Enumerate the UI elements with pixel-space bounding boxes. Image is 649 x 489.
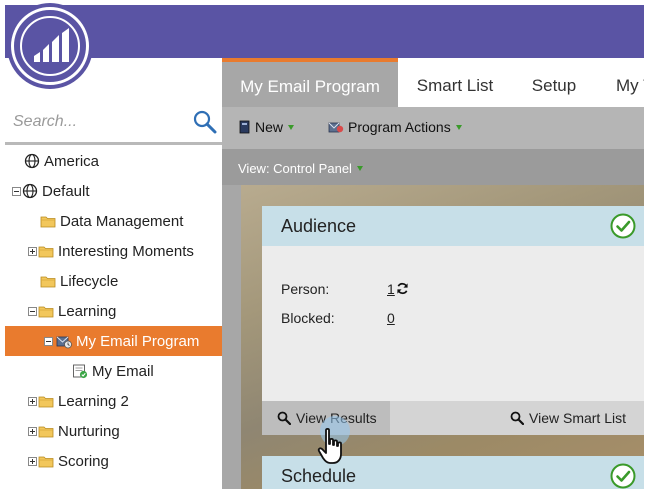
view-smart-list-button[interactable]: View Smart List (510, 401, 644, 435)
logo-bars-icon (34, 28, 69, 62)
tree-item-lifecycle[interactable]: Lifecycle (5, 266, 222, 296)
search-bar (5, 101, 222, 145)
tree-item-learning-2[interactable]: Learning 2 (5, 386, 222, 416)
tree-item-learning[interactable]: Learning (5, 296, 222, 326)
tree-item-label: Interesting Moments (58, 242, 194, 260)
dropdown-caret-icon (455, 124, 462, 130)
top-header-bar (5, 5, 644, 58)
blocked-label: Blocked: (281, 310, 335, 326)
folder-icon (38, 456, 54, 468)
tree-item-label: Scoring (58, 452, 109, 470)
tree-item-label: Lifecycle (60, 272, 119, 290)
magnifier-icon (510, 411, 524, 425)
person-count-link[interactable]: 1 (387, 281, 395, 297)
tree-item-label: Learning (58, 302, 117, 320)
tree-item-interesting-moments[interactable]: Interesting Moments (5, 236, 222, 266)
tree-item-label: Default (42, 182, 90, 200)
expand-icon[interactable] (28, 246, 37, 256)
dropdown-caret-icon (288, 124, 295, 130)
marketo-logo[interactable] (11, 7, 89, 85)
dropdown-caret-icon (356, 166, 363, 171)
tree-item-my-email[interactable]: My Email (5, 356, 222, 386)
tree-item-label: Data Management (60, 212, 184, 230)
collapse-icon[interactable] (44, 336, 53, 346)
tree-item-label: Nurturing (58, 422, 120, 440)
view-smart-list-label: View Smart List (529, 410, 626, 426)
tree-item-label: America (44, 152, 100, 170)
folder-icon (38, 426, 54, 438)
tab-my-email-program[interactable]: My Email Program (222, 58, 398, 107)
collapse-icon[interactable] (28, 306, 37, 316)
new-button[interactable]: New (239, 119, 295, 135)
control-panel-canvas: Audience Person: 1 Blocked: 0 View Resul… (241, 185, 644, 489)
tree-item-scoring[interactable]: Scoring (5, 446, 222, 476)
toolbar: New Program Actions (222, 107, 644, 149)
audience-card: Audience Person: 1 Blocked: 0 View Resul… (262, 206, 644, 435)
new-doc-icon (239, 120, 250, 134)
refresh-icon[interactable] (396, 282, 409, 295)
audience-card-header: Audience (262, 206, 644, 246)
program-tree: America Default Data Management Interest… (5, 146, 222, 476)
tree-item-default[interactable]: Default (5, 176, 222, 206)
program-actions-label: Program Actions (348, 119, 451, 135)
tab-setup[interactable]: Setup (512, 58, 596, 107)
folder-icon (40, 216, 56, 228)
folder-icon (40, 276, 56, 288)
schedule-title: Schedule (281, 466, 357, 486)
check-circle-icon (610, 213, 636, 239)
tree-item-label: My Email (92, 362, 154, 380)
tab-smart-list[interactable]: Smart List (398, 58, 512, 107)
hand-pointer-cursor-icon (317, 427, 342, 464)
tree-item-america[interactable]: America (5, 146, 222, 176)
globe-icon (22, 183, 38, 199)
folder-icon (38, 396, 54, 408)
search-icon[interactable] (192, 109, 218, 135)
search-input[interactable] (13, 109, 183, 135)
new-button-label: New (255, 119, 284, 135)
tab-bar: My Email Program Smart List Setup My T (222, 58, 644, 107)
folder-icon (38, 306, 54, 318)
collapse-icon[interactable] (12, 186, 21, 196)
tree-item-label: Learning 2 (58, 392, 129, 410)
view-label-text: View: Control Panel (238, 161, 352, 176)
expand-icon[interactable] (28, 426, 37, 436)
globe-icon (24, 153, 40, 169)
blocked-count-link[interactable]: 0 (387, 310, 395, 326)
folder-icon (38, 246, 54, 258)
tree-item-my-email-program[interactable]: My Email Program (5, 326, 222, 356)
view-selector[interactable]: View: Control Panel (238, 161, 363, 176)
email-icon (73, 364, 88, 379)
view-bar: View: Control Panel (222, 149, 644, 185)
tab-my-tokens[interactable]: My T (596, 58, 644, 107)
main-panel: My Email Program Smart List Setup My T N… (222, 58, 644, 489)
expand-icon[interactable] (28, 456, 37, 466)
audience-title: Audience (281, 216, 357, 236)
program-actions-icon (328, 122, 344, 133)
program-actions-button[interactable]: Program Actions (328, 119, 462, 135)
check-circle-icon (610, 463, 636, 489)
person-label: Person: (281, 281, 330, 297)
expand-icon[interactable] (28, 396, 37, 406)
tree-item-data-management[interactable]: Data Management (5, 206, 222, 236)
navigation-sidebar: America Default Data Management (5, 58, 222, 489)
magnifier-icon (277, 411, 291, 425)
email-program-icon (56, 336, 72, 349)
tree-item-nurturing[interactable]: Nurturing (5, 416, 222, 446)
tree-item-label: My Email Program (76, 332, 200, 350)
